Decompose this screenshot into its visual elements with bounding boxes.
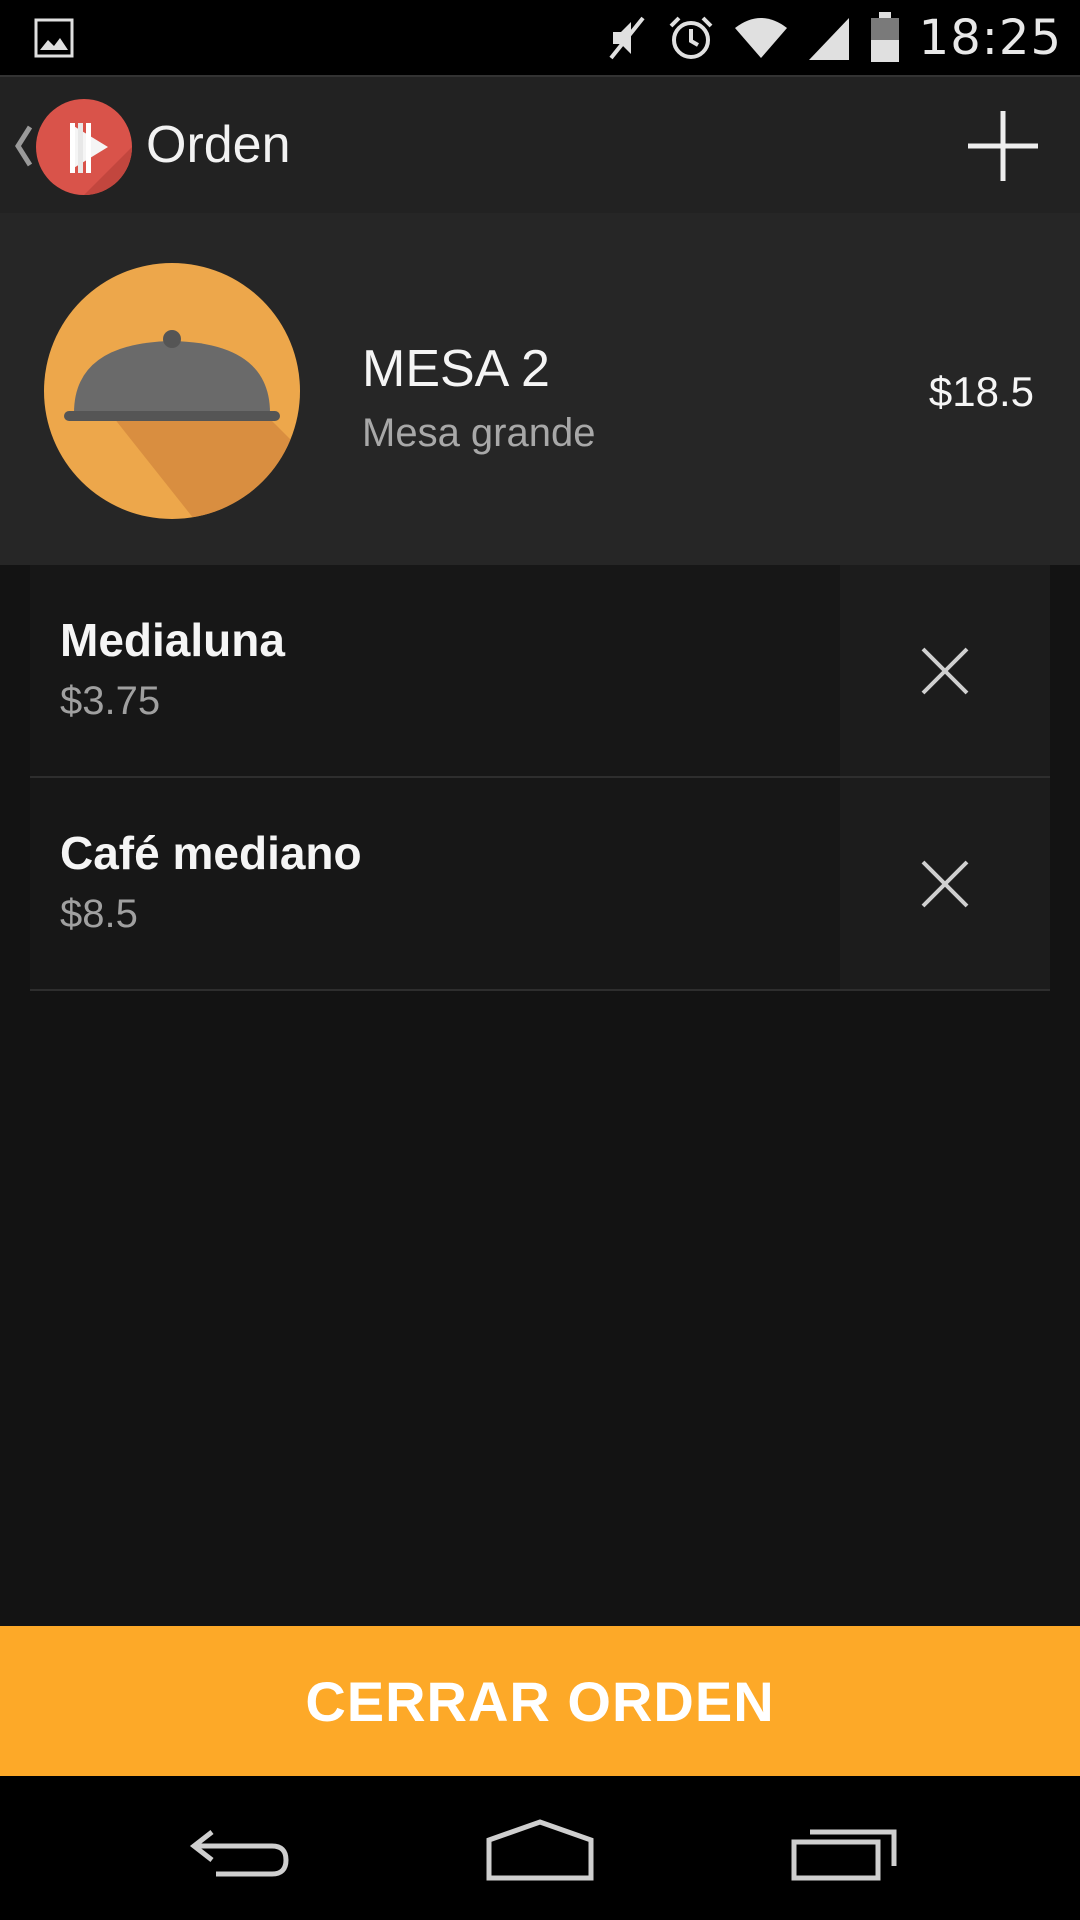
muted-icon xyxy=(609,16,645,59)
remove-item-button[interactable] xyxy=(840,565,1050,776)
table-description: Mesa grande xyxy=(362,411,596,455)
navigation-bar xyxy=(0,1776,1080,1920)
avatar xyxy=(44,263,300,519)
close-order-button[interactable]: CERRAR ORDEN xyxy=(0,1626,1080,1776)
list-item: Café mediano $8.5 xyxy=(30,778,1050,991)
order-item-info[interactable]: Café mediano $8.5 xyxy=(30,778,840,989)
close-icon xyxy=(921,860,969,907)
food-cloche-icon xyxy=(64,330,300,519)
close-icon xyxy=(921,647,969,694)
plus-icon[interactable] xyxy=(966,109,1040,183)
order-item-price: $8.5 xyxy=(60,892,138,936)
list-item: Medialuna $3.75 xyxy=(30,565,1050,778)
back-icon[interactable] xyxy=(186,1818,296,1884)
action-bar: Orden xyxy=(0,75,1080,213)
remove-item-button[interactable] xyxy=(840,778,1050,989)
status-icons: 18:25 xyxy=(605,0,1062,75)
table-name: MESA 2 xyxy=(362,340,550,398)
table-header: MESA 2 Mesa grande $18.5 xyxy=(0,213,1080,565)
order-item-name: Medialuna xyxy=(60,614,285,666)
order-item-info[interactable]: Medialuna $3.75 xyxy=(30,565,840,776)
signal-icon xyxy=(808,17,849,60)
table-total: $18.5 xyxy=(928,368,1034,415)
battery-icon xyxy=(870,11,899,62)
page-title: Orden xyxy=(146,116,291,174)
order-list: Medialuna $3.75 Café mediano $8.5 xyxy=(30,565,1050,991)
restaurant-play-logo-icon xyxy=(70,123,132,195)
chevron-left-icon[interactable] xyxy=(10,121,36,171)
gallery-notification-icon xyxy=(34,18,74,58)
status-bar: 18:25 xyxy=(0,0,1080,75)
recents-icon[interactable] xyxy=(790,1818,900,1884)
alarm-icon xyxy=(669,16,713,59)
home-icon[interactable] xyxy=(485,1818,595,1884)
order-item-name: Café mediano xyxy=(60,827,362,879)
status-time: 18:25 xyxy=(918,9,1062,66)
wifi-icon xyxy=(734,17,787,58)
order-item-price: $3.75 xyxy=(60,679,161,723)
app-logo[interactable] xyxy=(36,99,132,195)
